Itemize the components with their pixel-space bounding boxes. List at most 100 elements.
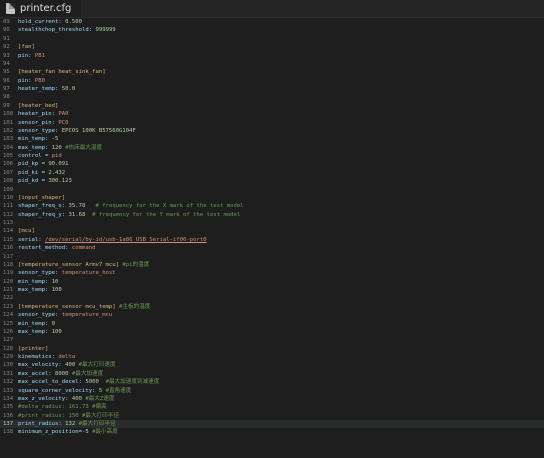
code-line[interactable]: 103 min_temp: -5 xyxy=(0,135,544,143)
code-token: 400 xyxy=(71,395,86,402)
code-line[interactable]: 113 xyxy=(0,219,544,227)
code-line[interactable]: 135 #delta_radius: 161.73 #偏高 xyxy=(0,403,544,411)
code-token: /dev/serial/by-id/usb-1a86_USB_Serial-if… xyxy=(44,236,207,243)
code-token: min_temp: xyxy=(18,136,52,143)
code-line[interactable]: 131 max_accel: 8000 #最大加速度 xyxy=(0,370,544,378)
code-token: 132 xyxy=(65,421,79,427)
code-token: 2.432 xyxy=(48,169,66,176)
code-line[interactable]: 89 hold_current: 0.500 xyxy=(0,18,544,26)
code-line[interactable]: 112 shaper_freq_y: 31.68 # frequency for … xyxy=(0,211,544,219)
tab-label: printer.cfg xyxy=(20,3,72,14)
code-line[interactable]: 117 xyxy=(0,253,544,261)
code-line[interactable]: 128 [printer] xyxy=(0,345,544,353)
line-number: 97 xyxy=(3,86,10,92)
code-line[interactable]: 96 pin: PB0 xyxy=(0,77,544,85)
code-line[interactable]: 91 xyxy=(0,35,544,43)
code-line[interactable]: 134 max_z_velocity: 400 #最大Z速度 xyxy=(0,395,544,403)
code-token: max_accel_to_decel: xyxy=(18,379,86,386)
code-token: sensor_type: xyxy=(18,270,62,277)
code-token: max_temp: xyxy=(18,328,52,335)
code-token: shaper_freq_x: xyxy=(18,203,69,210)
code-line[interactable]: 100 heater_pin: PA0 xyxy=(0,110,544,118)
code-line[interactable]: 123 [temperature_sensor mcu_temp] #主板的温度 xyxy=(0,303,544,311)
code-token: [mcu] xyxy=(18,228,35,235)
code-line[interactable]: 116 restart_method: command xyxy=(0,244,544,252)
line-number: 115 xyxy=(3,236,14,243)
line-number: 112 xyxy=(3,211,14,218)
code-token: #delta_radius: 161.73 #偏高 xyxy=(18,404,107,411)
line-number: 103 xyxy=(3,136,14,143)
code-line[interactable]: 97 heater_temp: 50.0 xyxy=(0,85,544,93)
line-number: 136 xyxy=(3,412,14,419)
code-text: control = pid xyxy=(18,153,62,159)
code-token: temperature_host xyxy=(61,270,116,277)
code-line[interactable]: 119 sensor_type: temperature_host xyxy=(0,269,544,277)
code-line[interactable]: 137 print_radius: 132 #最大打印半径 xyxy=(0,420,544,429)
code-line[interactable]: 118 [temperature_sensor Armv7 mcu] #pi的温度 xyxy=(0,261,544,269)
line-number: 120 xyxy=(3,278,14,285)
code-line[interactable]: 110 [input_shaper] xyxy=(0,194,544,202)
line-number: 117 xyxy=(3,253,14,260)
code-token: -5 xyxy=(51,136,59,143)
code-line[interactable]: 132 max_accel_to_decel: 5000 #最大加速度到减速度 xyxy=(0,378,544,386)
line-number: 133 xyxy=(3,387,14,394)
code-line[interactable]: 133 square_corner_velocity: 5 #直角速度 xyxy=(0,387,544,395)
code-line[interactable]: 93 pin: PB1 xyxy=(0,52,544,60)
code-token: heater_pin: xyxy=(18,111,59,118)
code-token: [printer] xyxy=(18,345,49,352)
line-number: 128 xyxy=(3,345,14,352)
code-token: 90.091 xyxy=(48,161,69,168)
code-token: PB1 xyxy=(34,52,45,59)
code-line[interactable]: 120 min_temp: 10 xyxy=(0,278,544,286)
code-line[interactable]: 101 sensor_pin: PC0 xyxy=(0,119,544,127)
tab-printer-cfg[interactable]: printer.cfg xyxy=(0,0,82,17)
line-number: 113 xyxy=(3,220,14,226)
code-text: hold_current: 0.500 xyxy=(18,19,82,25)
code-line[interactable]: 98 xyxy=(0,93,544,101)
line-number: 101 xyxy=(3,119,14,126)
code-token: sensor_pin: xyxy=(18,119,59,126)
code-token: pid_ki = xyxy=(18,169,49,176)
code-text: restart_method: command xyxy=(18,245,95,251)
code-line[interactable]: 109 xyxy=(0,186,544,194)
code-line[interactable]: 115 serial: /dev/serial/by-id/usb-1a86_US… xyxy=(0,236,544,244)
code-token: shaper_freq_y: xyxy=(18,211,69,218)
code-line[interactable]: 108 pid_kd = 300.123 xyxy=(0,177,544,185)
code-line[interactable]: 122 xyxy=(0,294,544,302)
code-line[interactable]: 127 xyxy=(0,336,544,344)
code-line[interactable]: 102 sensor_type: EPCOS 100K B57560G104F xyxy=(0,127,544,135)
code-token: 8000 xyxy=(55,370,72,377)
code-line[interactable]: 94 xyxy=(0,60,544,68)
code-line[interactable]: 126 max_temp: 100 xyxy=(0,328,544,336)
code-line[interactable]: 138 minimum_z_position=-5 #最小高度 xyxy=(0,428,544,436)
code-line[interactable]: 107 pid_ki = 2.432 xyxy=(0,169,544,177)
code-line[interactable]: 129 kinematics: delta xyxy=(0,353,544,361)
code-line[interactable]: 124 sensor_type: temperature_mcu xyxy=(0,311,544,319)
code-token: PA0 xyxy=(58,111,69,118)
code-line[interactable]: 106 pid_kp = 90.091 xyxy=(0,160,544,168)
code-line[interactable]: 99 [heater_bed] xyxy=(0,102,544,110)
code-text: heater_pin: PA0 xyxy=(18,111,69,117)
code-line[interactable]: 105 control = pid xyxy=(0,152,544,160)
code-line[interactable]: 95 [heater_fan heat_sink_fan] xyxy=(0,68,544,76)
code-line[interactable]: 92 [fan] xyxy=(0,43,544,51)
code-line[interactable]: 130 max_velocity: 400 #最大打印速度 xyxy=(0,361,544,369)
code-text: pin: PB1 xyxy=(18,53,45,59)
line-number: 100 xyxy=(3,111,14,118)
code-line[interactable]: 136 #print_radius: 150 #最大打印半径 xyxy=(0,412,544,420)
code-text: print_radius: 132 #最大打印半径 xyxy=(18,421,116,427)
code-line[interactable]: 104 max_temp: 120 #热床最大温度 xyxy=(0,144,544,152)
code-text: max_z_velocity: 400 #最大Z速度 xyxy=(18,396,115,402)
code-token: minimum_z_position=-5 xyxy=(18,429,93,436)
code-editor[interactable]: 89 hold_current: 0.500 90 stealthchop_thres… xyxy=(0,18,544,458)
code-line[interactable]: 125 min_temp: 0 xyxy=(0,320,544,328)
code-token: temperature_mcu xyxy=(61,312,113,319)
code-token: #直角速度 xyxy=(105,387,132,394)
code-line[interactable]: 111 shaper_freq_x: 35.78 # frequency for … xyxy=(0,202,544,210)
code-token: delta xyxy=(58,354,76,360)
code-line[interactable]: 121 max_temp: 100 xyxy=(0,286,544,294)
code-token: sensor_type: xyxy=(18,127,62,134)
code-line[interactable]: 114 [mcu] xyxy=(0,227,544,235)
code-token: control = xyxy=(18,153,52,159)
code-line[interactable]: 90 stealthchop_threshold: 999999 xyxy=(0,26,544,34)
